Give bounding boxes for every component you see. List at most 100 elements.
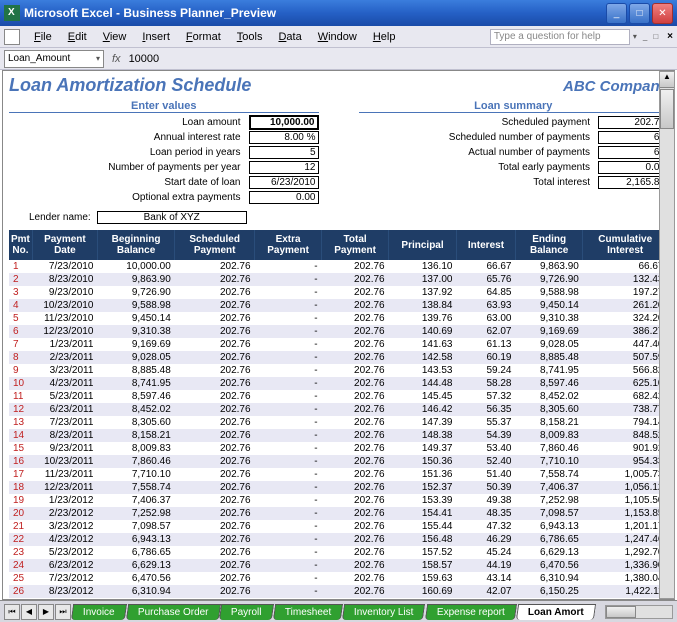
- table-cell[interactable]: 8,885.48: [97, 364, 174, 377]
- table-cell[interactable]: 1: [9, 260, 32, 273]
- table-row[interactable]: 268/23/20126,310.94202.76-202.76160.6942…: [9, 585, 668, 598]
- table-cell[interactable]: 8,741.95: [515, 364, 582, 377]
- table-cell[interactable]: 1,336.90: [583, 559, 668, 572]
- table-cell[interactable]: 50.39: [456, 481, 515, 494]
- table-cell[interactable]: 8,009.83: [515, 429, 582, 442]
- table-cell[interactable]: 202.76: [322, 286, 389, 299]
- table-cell[interactable]: 9,169.69: [97, 338, 174, 351]
- horizontal-scroll-thumb[interactable]: [606, 606, 636, 618]
- table-cell[interactable]: 8,305.60: [97, 416, 174, 429]
- table-cell[interactable]: -: [255, 312, 322, 325]
- table-cell[interactable]: 16: [9, 455, 32, 468]
- column-header[interactable]: PaymentDate: [32, 230, 97, 260]
- table-cell[interactable]: 59.24: [456, 364, 515, 377]
- table-cell[interactable]: 202.76: [175, 429, 255, 442]
- table-cell[interactable]: 1,153.85: [583, 507, 668, 520]
- table-cell[interactable]: 625.10: [583, 377, 668, 390]
- sheet-tab-loan-amort[interactable]: Loan Amort: [515, 604, 595, 620]
- table-cell[interactable]: 1,422.11: [583, 585, 668, 598]
- table-cell[interactable]: 25: [9, 572, 32, 585]
- table-cell[interactable]: 64.85: [456, 286, 515, 299]
- table-cell[interactable]: 202.76: [175, 572, 255, 585]
- table-cell[interactable]: 6,310.94: [515, 572, 582, 585]
- table-cell[interactable]: 15: [9, 442, 32, 455]
- table-cell[interactable]: 18: [9, 481, 32, 494]
- table-cell[interactable]: 738.77: [583, 403, 668, 416]
- table-cell[interactable]: 202.76: [175, 533, 255, 546]
- table-cell[interactable]: 202.76: [175, 455, 255, 468]
- table-cell[interactable]: 12/23/2011: [32, 481, 97, 494]
- table-cell[interactable]: 63.00: [456, 312, 515, 325]
- table-cell[interactable]: 6,150.25: [515, 585, 582, 598]
- table-row[interactable]: 224/23/20126,943.13202.76-202.76156.4846…: [9, 533, 668, 546]
- table-cell[interactable]: 202.76: [175, 442, 255, 455]
- table-cell[interactable]: 9,450.14: [97, 312, 174, 325]
- table-cell[interactable]: 159.63: [389, 572, 457, 585]
- table-cell[interactable]: 22: [9, 533, 32, 546]
- table-cell[interactable]: -: [255, 351, 322, 364]
- table-cell[interactable]: 8,158.21: [97, 429, 174, 442]
- table-cell[interactable]: 202.76: [175, 416, 255, 429]
- table-cell[interactable]: 48.35: [456, 507, 515, 520]
- table-cell[interactable]: 43.14: [456, 572, 515, 585]
- table-cell[interactable]: 10/23/2011: [32, 455, 97, 468]
- table-cell[interactable]: 8: [9, 351, 32, 364]
- table-cell[interactable]: 2/23/2011: [32, 351, 97, 364]
- table-cell[interactable]: 9,028.05: [515, 338, 582, 351]
- table-cell[interactable]: 3/23/2011: [32, 364, 97, 377]
- fx-button[interactable]: fx: [112, 53, 121, 65]
- table-cell[interactable]: 5/23/2012: [32, 546, 97, 559]
- toolbar-options-chevron[interactable]: ▾: [633, 32, 637, 41]
- table-cell[interactable]: 202.76: [175, 351, 255, 364]
- name-box[interactable]: Loan_Amount ▾: [4, 50, 104, 68]
- table-cell[interactable]: 202.76: [322, 325, 389, 338]
- table-cell[interactable]: 7,252.98: [515, 494, 582, 507]
- table-cell[interactable]: 9/23/2012: [32, 598, 97, 599]
- table-cell[interactable]: 66.67: [583, 260, 668, 273]
- table-row[interactable]: 511/23/20109,450.14202.76-202.76139.7663…: [9, 312, 668, 325]
- table-cell[interactable]: 202.76: [322, 273, 389, 286]
- table-cell[interactable]: 141.63: [389, 338, 457, 351]
- table-cell[interactable]: 202.76: [322, 390, 389, 403]
- table-cell[interactable]: 202.76: [175, 507, 255, 520]
- table-row[interactable]: 126/23/20118,452.02202.76-202.76146.4256…: [9, 403, 668, 416]
- table-cell[interactable]: 1,463.11: [583, 598, 668, 599]
- table-cell[interactable]: -: [255, 364, 322, 377]
- table-row[interactable]: 213/23/20127,098.57202.76-202.76155.4447…: [9, 520, 668, 533]
- table-cell[interactable]: 1,380.04: [583, 572, 668, 585]
- table-row[interactable]: 82/23/20119,028.05202.76-202.76142.5860.…: [9, 351, 668, 364]
- table-cell[interactable]: 161.76: [389, 598, 457, 599]
- table-row[interactable]: 1610/23/20117,860.46202.76-202.76150.365…: [9, 455, 668, 468]
- table-cell[interactable]: -: [255, 338, 322, 351]
- table-cell[interactable]: 202.76: [322, 546, 389, 559]
- table-cell[interactable]: -: [255, 325, 322, 338]
- table-cell[interactable]: 197.27: [583, 286, 668, 299]
- table-row[interactable]: 104/23/20118,741.95202.76-202.76144.4858…: [9, 377, 668, 390]
- table-cell[interactable]: 8,452.02: [97, 403, 174, 416]
- column-header[interactable]: CumulativeInterest: [583, 230, 668, 260]
- table-cell[interactable]: 202.76: [322, 481, 389, 494]
- sheet-tab-invoice[interactable]: Invoice: [71, 604, 127, 620]
- table-cell[interactable]: -: [255, 507, 322, 520]
- table-cell[interactable]: 158.57: [389, 559, 457, 572]
- table-cell[interactable]: 10/23/2010: [32, 299, 97, 312]
- menu-view[interactable]: View: [95, 29, 135, 45]
- table-row[interactable]: 137/23/20118,305.60202.76-202.76147.3955…: [9, 416, 668, 429]
- sheet-tab-timesheet[interactable]: Timesheet: [273, 604, 344, 620]
- table-cell[interactable]: -: [255, 273, 322, 286]
- scroll-up-button[interactable]: ▲: [660, 72, 674, 88]
- table-cell[interactable]: 7,710.10: [97, 468, 174, 481]
- table-cell[interactable]: 153.39: [389, 494, 457, 507]
- table-cell[interactable]: 9,450.14: [515, 299, 582, 312]
- table-cell[interactable]: -: [255, 416, 322, 429]
- table-cell[interactable]: 7,252.98: [97, 507, 174, 520]
- formula-value[interactable]: 10000: [129, 53, 160, 65]
- table-cell[interactable]: -: [255, 403, 322, 416]
- table-cell[interactable]: 13: [9, 416, 32, 429]
- table-cell[interactable]: 202.76: [322, 351, 389, 364]
- table-cell[interactable]: -: [255, 299, 322, 312]
- table-cell[interactable]: 4/23/2012: [32, 533, 97, 546]
- table-cell[interactable]: -: [255, 520, 322, 533]
- table-cell[interactable]: 5,988.48: [515, 598, 582, 599]
- chevron-down-icon[interactable]: ▾: [96, 54, 100, 63]
